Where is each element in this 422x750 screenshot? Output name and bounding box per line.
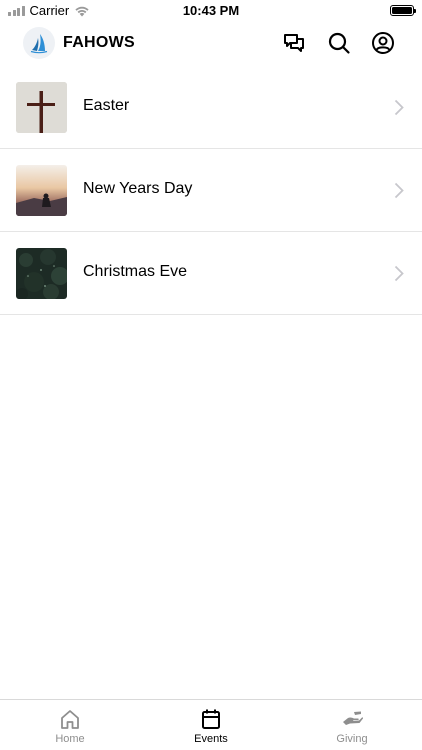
tab-bar: Home Events Giving <box>0 699 422 750</box>
list-item-christmas-eve[interactable]: Christmas Eve <box>0 232 422 315</box>
chat-icon[interactable] <box>282 31 306 55</box>
chevron-right-icon <box>394 265 404 282</box>
app-brand-title: FAHOWS <box>63 34 136 51</box>
sunset-photo <box>16 165 67 216</box>
tab-label: Events <box>194 733 228 745</box>
event-title: New Years Day <box>83 180 193 197</box>
app-logo[interactable] <box>23 27 55 59</box>
calendar-icon <box>200 708 222 730</box>
home-icon <box>59 708 81 730</box>
tab-events[interactable]: Events <box>141 700 281 750</box>
event-title: Easter <box>83 97 130 114</box>
chevron-right-icon <box>394 182 404 199</box>
event-title: Christmas Eve <box>83 263 188 280</box>
status-bar: Carrier 10:43 PM <box>0 0 422 22</box>
tab-giving[interactable]: Giving <box>282 700 422 750</box>
status-time: 10:43 PM <box>182 3 240 18</box>
pine-photo <box>16 248 67 299</box>
tab-label: Home <box>55 733 85 745</box>
list-item-easter[interactable]: Easter <box>0 66 422 149</box>
giving-icon <box>341 708 364 730</box>
chevron-right-icon <box>394 99 404 116</box>
tab-label: Giving <box>336 733 368 745</box>
app-header: FAHOWS <box>0 22 422 66</box>
tab-home[interactable]: Home <box>0 700 140 750</box>
sail-logo-icon <box>30 34 48 54</box>
list-item-new-years-day[interactable]: New Years Day <box>0 149 422 232</box>
search-icon[interactable] <box>327 31 351 55</box>
events-list: Easter New Years Day Christmas Eve <box>0 66 422 315</box>
cross-photo <box>16 82 67 133</box>
profile-icon[interactable] <box>371 31 395 55</box>
battery-icon <box>390 5 416 16</box>
